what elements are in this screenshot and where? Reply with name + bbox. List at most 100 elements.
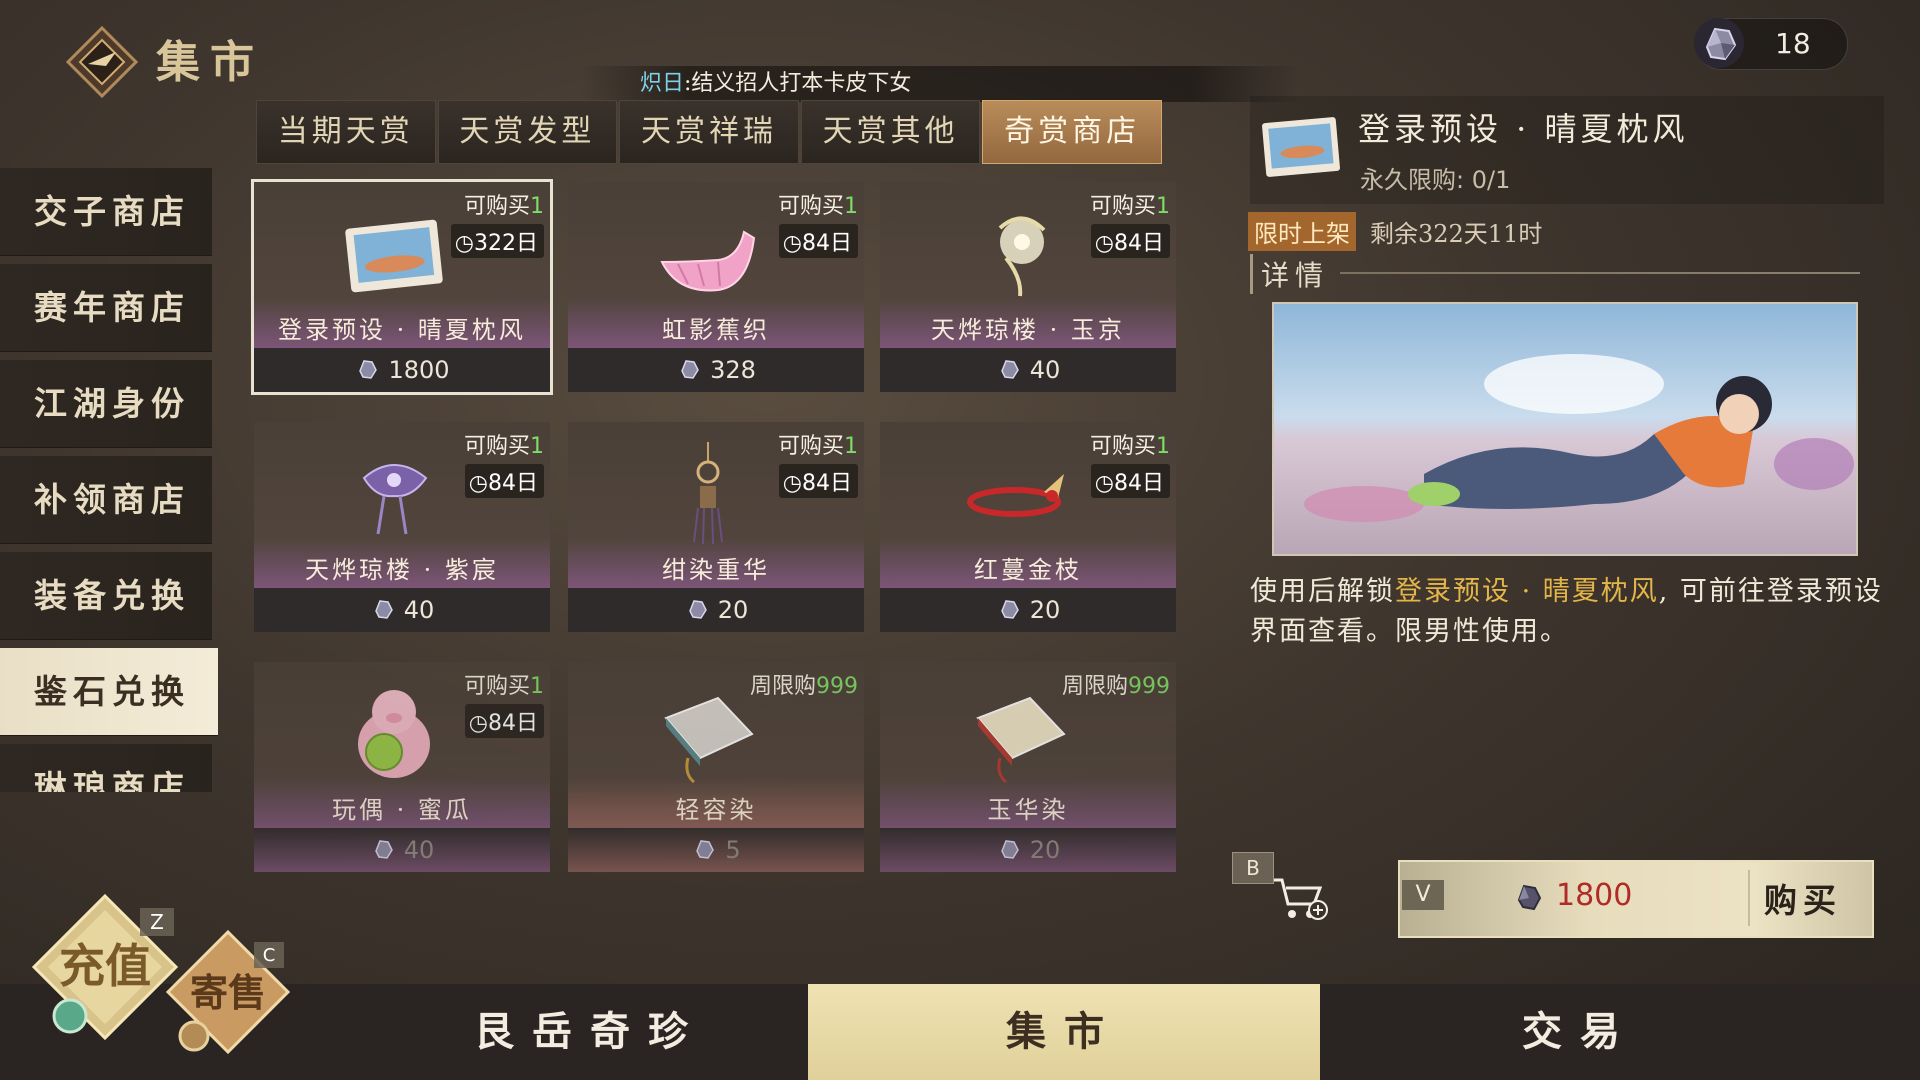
purchase-limit: 可购买1 [464,668,544,700]
duration-days: 84日 [488,711,538,736]
desc-highlight: 登录预设 · 晴夏枕风 [1395,576,1659,607]
pendant-icon [693,442,723,545]
duration-days: 84日 [1114,471,1164,496]
consign-label: 寄售 [190,970,266,1015]
ticker-message: :结义招人打本卡皮下女 [684,71,912,96]
market-logo-icon [66,26,138,98]
product-name: 天烨琼楼 · 紫宸 [305,556,499,584]
product-price: 5 [568,828,864,872]
product-price: 40 [880,348,1176,392]
nav-genyue-treasures[interactable]: 艮岳奇珍 [380,984,800,1080]
product-card[interactable]: 可购买1 ◷84日 红蔓金枝 20 [880,422,1176,632]
red-bracelet-icon [967,474,1064,517]
limit-label: 可购买 [463,434,530,459]
pig-doll-icon [358,690,430,778]
limit-label: 可购买 [777,194,844,219]
product-card[interactable]: 可购买1 ◷84日 绀染重华 20 [568,422,864,632]
product-price: 40 [254,828,550,872]
photo-icon [345,219,443,293]
recharge-hotkey: Z [150,910,164,934]
price-value: 20 [1029,596,1061,624]
page-title: 集市 [156,37,264,88]
recharge-button[interactable]: 充值 Z [30,892,180,1042]
limit-label: 可购买 [777,434,844,459]
buy-hotkey: V [1402,880,1444,910]
buy-button[interactable]: 购买 [1764,874,1842,922]
purchase-limit: 可购买1 [778,428,858,460]
cart-add-icon[interactable] [1270,874,1330,924]
product-name: 玩偶 · 蜜瓜 [332,796,472,824]
shop-sidebar: 交子商店 赛年商店 江湖身份 补领商店 装备兑换 鉴石兑换 琳琅商店 [0,168,218,792]
duration-days: 322日 [474,231,538,256]
duration-days: 84日 [1114,231,1164,256]
tab-tianshang-other[interactable]: 天赏其他 [800,100,981,164]
nav-market[interactable]: 集市 [808,984,1320,1080]
product-name: 红蔓金枝 [974,556,1082,584]
detail-section-label: 详情 [1250,254,1329,294]
price-value: 5 [725,836,741,864]
product-price: 20 [880,588,1176,632]
product-price: 40 [254,588,550,632]
category-tabs: 当期天赏 天赏发型 天赏祥瑞 天赏其他 奇赏商店 [256,100,1164,164]
product-price: 20 [880,828,1176,872]
photo-icon [1262,117,1340,177]
product-card[interactable]: 可购买1 ◷84日 虹影蕉织 328 [568,182,864,392]
product-card[interactable]: 周限购999 玉华染 20 [880,662,1176,872]
gem-icon [696,840,715,859]
product-name: 绀染重华 [662,556,770,584]
tab-tianshang-auspicious[interactable]: 天赏祥瑞 [619,100,799,164]
consign-button[interactable]: 寄售 C [164,928,292,1056]
limit-count: 999 [1128,674,1170,699]
product-card[interactable]: 可购买1 ◷84日 天烨琼楼 · 玉京 40 [880,182,1176,392]
preview-image[interactable] [1272,302,1858,556]
gem-icon [374,840,393,859]
currency-display[interactable]: 18 [1694,18,1848,70]
limit-label: 可购买 [463,194,530,219]
sidebar-item-stone-exchange[interactable]: 鉴石兑换 [0,648,218,736]
gem-icon [688,600,707,619]
duration-badge: ◷322日 [450,224,544,258]
sidebar-item-reclaim-shop[interactable]: 补领商店 [0,456,212,544]
limit-count: 1 [1156,194,1170,219]
purchase-limit: 可购买1 [1090,188,1170,220]
product-card[interactable]: 可购买1 ◷322日 登录预设 · 晴夏枕风 1800 [251,179,553,395]
gem-icon [1694,18,1744,68]
nav-trade[interactable]: 交易 [1340,984,1820,1080]
pink-boat-icon [660,230,756,292]
sidebar-item-jianghu-identity[interactable]: 江湖身份 [0,360,212,448]
consign-hotkey: C [263,945,276,966]
tab-qishang-shop[interactable]: 奇赏商店 [982,100,1162,164]
product-price: 328 [568,348,864,392]
duration-badge: ◷84日 [1090,464,1170,498]
gem-icon [1000,360,1019,379]
limit-label: 可购买 [1089,194,1156,219]
jade-ornament-icon [998,216,1046,297]
purchase-limit: 可购买1 [1090,428,1170,460]
duration-badge: ◷84日 [778,224,858,258]
sidebar-item-season-shop[interactable]: 赛年商店 [0,264,212,352]
duration-days: 84日 [802,231,852,256]
duration-badge: ◷84日 [778,464,858,498]
product-card[interactable]: 周限购999 轻容染 5 [568,662,864,872]
limit-count: 999 [816,674,858,699]
sidebar-item-jiaozi-shop[interactable]: 交子商店 [0,168,212,256]
product-name: 玉华染 [987,796,1069,824]
limit-count: 1 [1156,434,1170,459]
buy-price: 1800 [1556,878,1633,913]
limit-count: 1 [844,434,858,459]
sidebar-item-linlang-shop[interactable]: 琳琅商店 [0,744,212,792]
recharge-label: 充值 [59,939,151,993]
tab-current-tianshang[interactable]: 当期天赏 [256,100,436,164]
price-value: 20 [717,596,749,624]
gem-icon [1000,600,1019,619]
limit-count: 1 [530,674,544,699]
sidebar-item-equipment-exchange[interactable]: 装备兑换 [0,552,212,640]
product-card[interactable]: 可购买1 ◷84日 玩偶 · 蜜瓜 40 [254,662,550,872]
gem-icon [374,600,393,619]
duration-days: 84日 [802,471,852,496]
product-card[interactable]: 可购买1 ◷84日 天烨琼楼 · 紫宸 40 [254,422,550,632]
product-price: 1800 [254,348,550,392]
tab-tianshang-hair[interactable]: 天赏发型 [437,100,618,164]
price-value: 20 [1029,836,1061,864]
detail-purchase-limit: 永久限购: 0/1 [1360,166,1511,194]
